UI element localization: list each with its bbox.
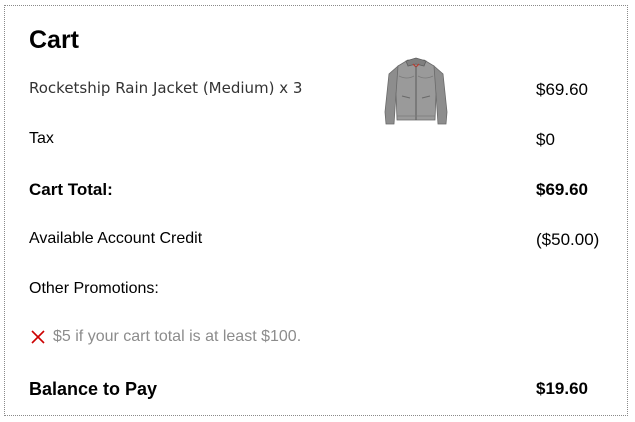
cart-panel: Cart Rocketship Rain Jacket (Medium) x 3… [4, 5, 628, 416]
cart-title: Cart [29, 26, 80, 54]
item-label: Rocketship Rain Jacket (Medium) x 3 [29, 79, 303, 97]
cart-total-value: $69.60 [536, 180, 588, 199]
credit-value: ($50.00) [536, 230, 600, 249]
promotion-item: $5 if your cart total is at least $100. [53, 328, 302, 345]
tax-value: $0 [536, 130, 555, 149]
balance-value: $19.60 [536, 379, 588, 398]
jacket-image [384, 57, 448, 125]
x-icon [31, 330, 45, 344]
promotions-label: Other Promotions: [29, 280, 159, 297]
tax-label: Tax [29, 130, 54, 147]
item-price: $69.60 [536, 80, 588, 99]
cart-total-label: Cart Total: [29, 180, 113, 199]
credit-label: Available Account Credit [29, 230, 203, 247]
balance-label: Balance to Pay [29, 379, 158, 399]
